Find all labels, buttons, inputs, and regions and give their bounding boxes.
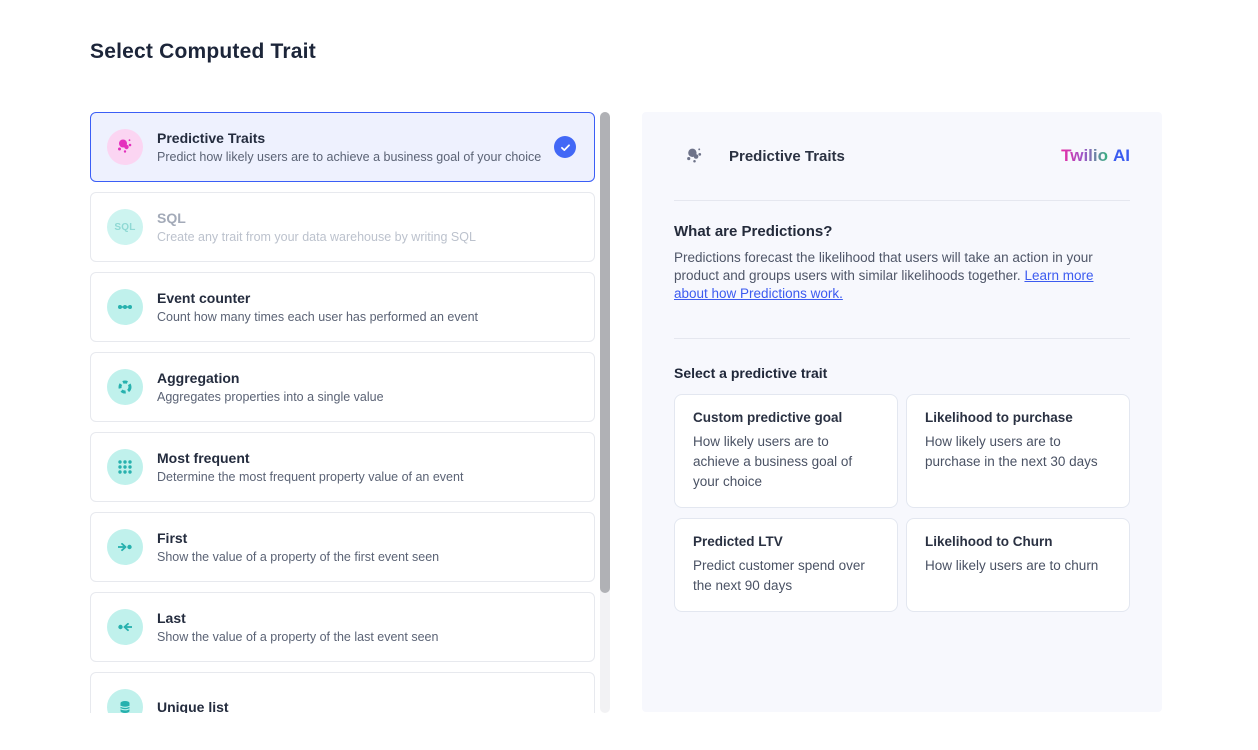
trait-title: Last: [157, 609, 438, 627]
predictive-traits-icon: [107, 129, 143, 165]
unique-list-icon: [107, 689, 143, 713]
trait-title: First: [157, 529, 439, 547]
predictive-traits-header-icon: [684, 146, 705, 167]
trait-description: Show the value of a property of the firs…: [157, 549, 439, 566]
trait-option-unique-list[interactable]: Unique list: [90, 672, 595, 713]
last-icon: [107, 609, 143, 645]
event-counter-icon: [107, 289, 143, 325]
predictive-trait-card-predicted-ltv[interactable]: Predicted LTV Predict customer spend ove…: [674, 518, 898, 612]
about-body: Predictions forecast the likelihood that…: [674, 249, 1130, 303]
first-icon: [107, 529, 143, 565]
trait-description: Create any trait from your data warehous…: [157, 229, 476, 246]
ai-wordmark: AI: [1113, 146, 1130, 165]
twilio-ai-logo: Twilio AI: [1061, 146, 1130, 166]
card-title: Likelihood to Churn: [925, 534, 1111, 549]
aggregation-icon: [107, 369, 143, 405]
trait-title: SQL: [157, 209, 476, 227]
twilio-wordmark: Twilio: [1061, 146, 1108, 165]
list-scrollbar: [600, 112, 610, 713]
predictive-traits-detail-panel: Predictive Traits Twilio AI What are Pred…: [642, 112, 1162, 712]
trait-description: Predict how likely users are to achieve …: [157, 149, 541, 166]
trait-title: Event counter: [157, 289, 478, 307]
trait-option-sql: SQL SQL Create any trait from your data …: [90, 192, 595, 262]
trait-option-most-frequent[interactable]: Most frequent Determine the most frequen…: [90, 432, 595, 502]
about-predictions-section: What are Predictions? Predictions foreca…: [642, 201, 1162, 338]
trait-option-first[interactable]: First Show the value of a property of th…: [90, 512, 595, 582]
most-frequent-icon: [107, 449, 143, 485]
trait-option-predictive-traits[interactable]: Predictive Traits Predict how likely use…: [90, 112, 595, 182]
trait-description: Count how many times each user has perfo…: [157, 309, 478, 326]
trait-type-list: Predictive Traits Predict how likely use…: [90, 112, 595, 713]
card-title: Predicted LTV: [693, 534, 879, 549]
card-description: Predict customer spend over the next 90 …: [693, 556, 879, 596]
selected-check-icon: [554, 136, 576, 158]
detail-panel-header: Predictive Traits Twilio AI: [642, 112, 1162, 200]
trait-title: Unique list: [157, 698, 229, 713]
trait-title: Most frequent: [157, 449, 463, 467]
sql-icon: SQL: [107, 209, 143, 245]
trait-description: Determine the most frequent property val…: [157, 469, 463, 486]
about-heading: What are Predictions?: [674, 223, 1130, 240]
trait-description: Show the value of a property of the last…: [157, 629, 438, 646]
predictive-trait-grid: Custom predictive goal How likely users …: [674, 394, 1130, 612]
card-description: How likely users are to achieve a busine…: [693, 432, 879, 492]
trait-description: Aggregates properties into a single valu…: [157, 389, 384, 406]
card-title: Likelihood to purchase: [925, 410, 1111, 425]
card-title: Custom predictive goal: [693, 410, 879, 425]
list-scrollbar-thumb[interactable]: [600, 112, 610, 593]
card-description: How likely users are to purchase in the …: [925, 432, 1111, 472]
detail-panel-title: Predictive Traits: [729, 148, 845, 165]
trait-option-event-counter[interactable]: Event counter Count how many times each …: [90, 272, 595, 342]
predictive-trait-card-likelihood-to-purchase[interactable]: Likelihood to purchase How likely users …: [906, 394, 1130, 508]
trait-option-aggregation[interactable]: Aggregation Aggregates properties into a…: [90, 352, 595, 422]
card-description: How likely users are to churn: [925, 556, 1111, 576]
trait-option-last[interactable]: Last Show the value of a property of the…: [90, 592, 595, 662]
trait-title: Predictive Traits: [157, 129, 541, 147]
predictive-trait-card-custom-goal[interactable]: Custom predictive goal How likely users …: [674, 394, 898, 508]
select-trait-heading: Select a predictive trait: [674, 365, 1130, 381]
select-predictive-trait-section: Select a predictive trait Custom predict…: [642, 339, 1162, 612]
trait-title: Aggregation: [157, 369, 384, 387]
predictive-trait-card-likelihood-to-churn[interactable]: Likelihood to Churn How likely users are…: [906, 518, 1130, 612]
page-title: Select Computed Trait: [90, 40, 316, 64]
